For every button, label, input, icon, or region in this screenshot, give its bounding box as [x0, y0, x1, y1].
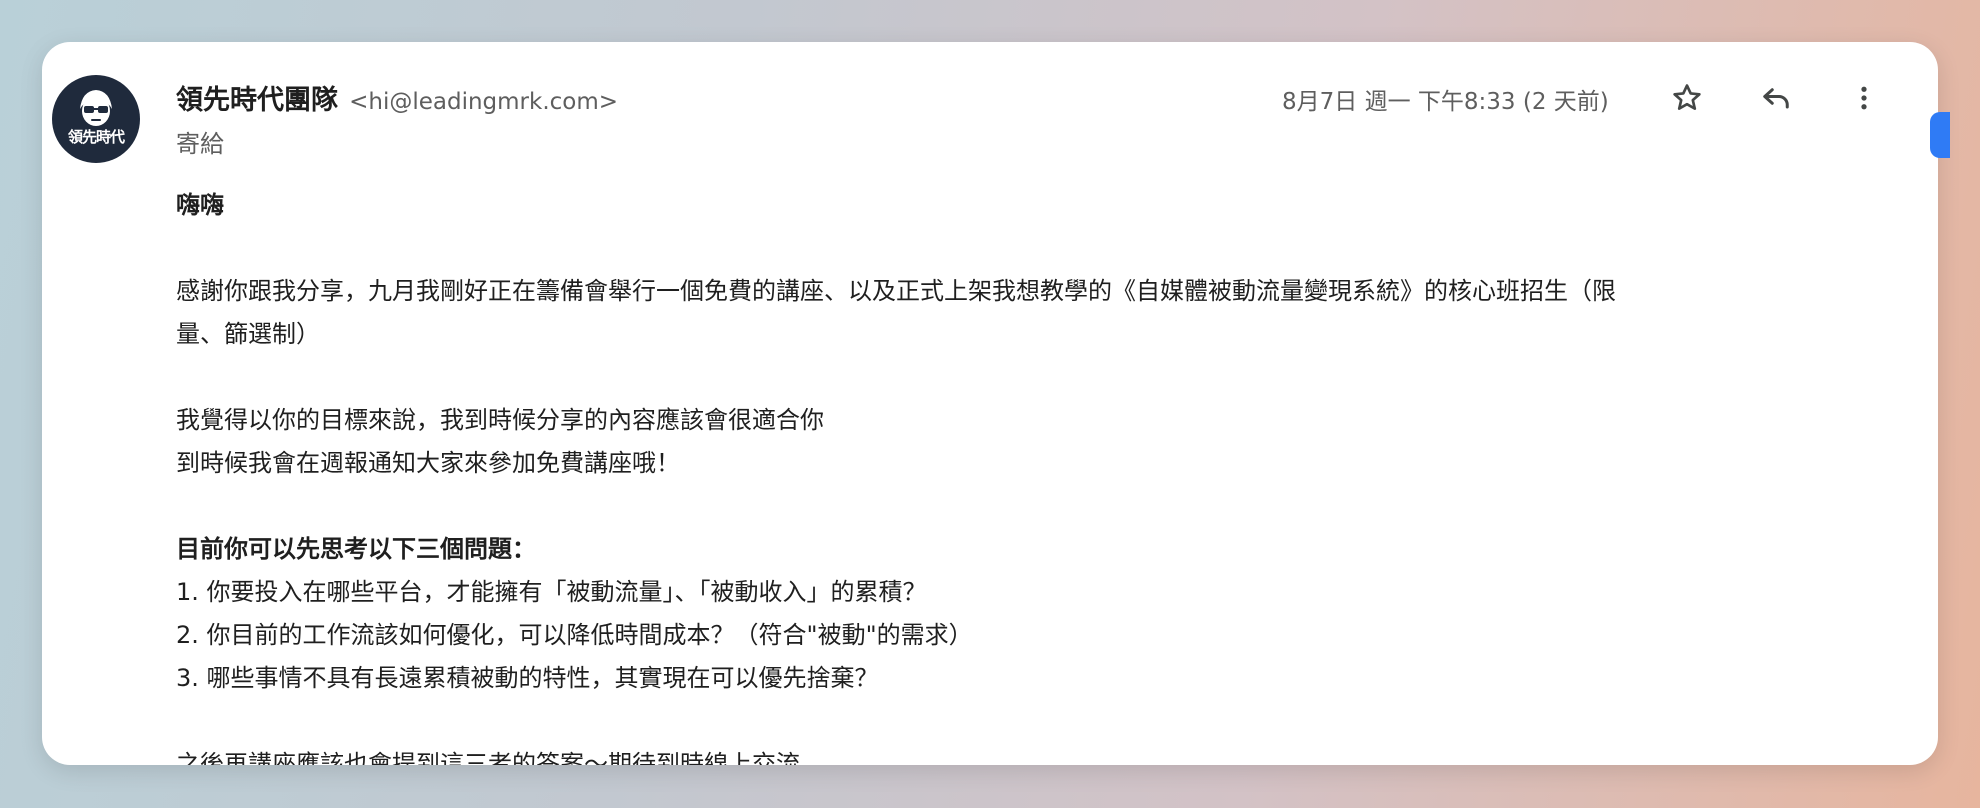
more-vert-icon [1861, 86, 1867, 110]
avatar-logo-text: 領先時代 [67, 128, 125, 146]
paragraph-1-line-2: 量、篩選制） [176, 320, 320, 348]
reply-button[interactable] [1751, 73, 1801, 123]
email-date: 8月7日 週一 下午8:33 (2 天前) [1282, 89, 1609, 115]
sender-avatar[interactable]: 領先時代 [52, 75, 140, 163]
star-icon [1673, 84, 1701, 110]
sender-line: 領先時代團隊 <hi@leadingmrk.com> [176, 78, 618, 117]
question-1: 1. 你要投入在哪些平台，才能擁有「被動流量」、「被動收入」的累積？ [176, 578, 927, 606]
paragraph-2-line-1: 我覺得以你的目標來說，我到時候分享的內容應該會很適合你 [176, 406, 824, 434]
paragraph-1-line-1: 感謝你跟我分享，九月我剛好正在籌備會舉行一個免費的講座、以及正式上架我想教學的《… [176, 277, 1616, 305]
question-2: 2. 你目前的工作流該如何優化，可以降低時間成本？（符合"被動"的需求） [176, 621, 973, 649]
greeting: 嗨嗨 [176, 191, 224, 219]
email-card: 領先時代 領先時代團隊 <hi@leadingmrk.com> 寄給 8月7日 … [42, 42, 1938, 765]
star-button[interactable] [1662, 73, 1712, 123]
question-3: 3. 哪些事情不具有長遠累積被動的特性，其實現在可以優先捨棄？ [176, 664, 879, 692]
sender-name[interactable]: 領先時代團隊 [176, 85, 338, 116]
sender-email[interactable]: <hi@leadingmrk.com> [349, 89, 618, 115]
more-options-button[interactable] [1839, 73, 1889, 123]
reply-icon [1763, 88, 1789, 109]
questions-heading: 目前你可以先思考以下三個問題： [176, 535, 536, 563]
side-panel-tab[interactable] [1930, 112, 1950, 158]
avatar-portrait-icon [80, 90, 112, 126]
closing-line: 之後再講座應該也會提到這三者的答案～期待到時線上交流 [176, 750, 800, 765]
paragraph-2-line-2: 到時候我會在週報通知大家來參加免費講座哦！ [176, 449, 680, 477]
recipient-toggle[interactable]: 寄給 [176, 124, 224, 159]
email-body: 嗨嗨 感謝你跟我分享，九月我剛好正在籌備會舉行一個免費的講座、以及正式上架我想教… [176, 184, 1916, 765]
